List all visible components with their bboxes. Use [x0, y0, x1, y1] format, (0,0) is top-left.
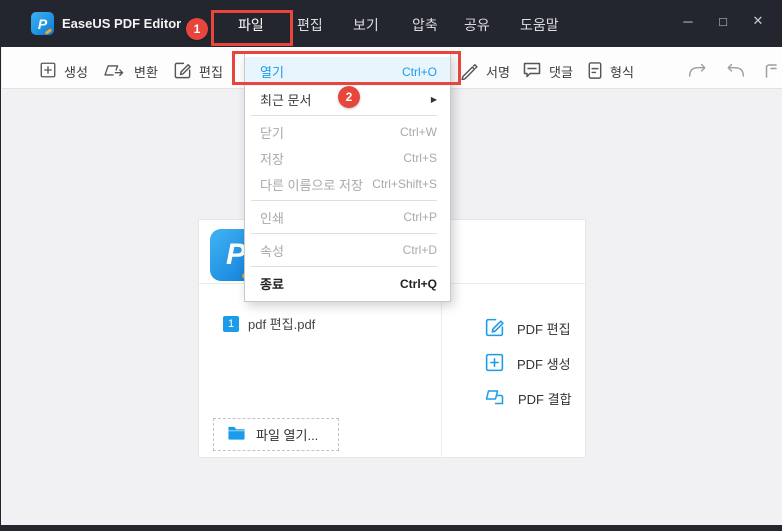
menu-separator [251, 266, 437, 267]
edit-pencil-icon [484, 317, 505, 341]
edit-pencil-icon [173, 61, 192, 83]
toolbar-create-label: 생성 [64, 65, 88, 80]
quick-action-edit-pdf[interactable]: PDF 편집 [484, 311, 585, 346]
menubar-view[interactable]: 보기 [353, 15, 379, 35]
folder-icon [227, 425, 246, 444]
menu-item-open[interactable]: 열기 Ctrl+O [245, 57, 450, 86]
toolbar-create-button[interactable]: 생성 [39, 47, 88, 89]
signature-pen-icon [460, 61, 479, 83]
app-window: P EaseUS PDF Editor 파일 편집 보기 압축 공유 도움말 ─… [0, 0, 782, 531]
menubar-help[interactable]: 도움말 [520, 15, 559, 35]
toolbar-format-button[interactable]: 형식 [587, 47, 634, 89]
toolbar-edit-button[interactable]: 편집 [173, 47, 223, 89]
quick-actions-panel: PDF 편집 PDF 생성 PDF 결합 [442, 284, 585, 458]
quick-action-merge-pdf[interactable]: PDF 결합 [484, 381, 585, 416]
menu-separator [251, 233, 437, 234]
recent-files-panel: 1 pdf 편집.pdf 파일 열기... [199, 284, 442, 458]
redo-arrow-icon [686, 63, 710, 81]
toolbar-comment-label: 댓글 [549, 65, 573, 80]
convert-icon [101, 61, 127, 82]
menu-item-label: 다른 이름으로 저장 [260, 177, 363, 193]
comment-icon [522, 61, 542, 82]
menu-item-shortcut: Ctrl+Q [399, 276, 437, 291]
recent-file-item[interactable]: 1 pdf 편집.pdf [223, 314, 315, 333]
window-bottom-edge [1, 525, 782, 531]
toolbar-convert-label: 변환 [134, 65, 158, 80]
menu-item-shortcut: Ctrl+S [403, 151, 437, 165]
toolbar-edit-label: 편집 [199, 65, 223, 80]
menu-item-save[interactable]: 저장 Ctrl+S [245, 145, 450, 171]
close-button[interactable]: ✕ [747, 10, 769, 32]
menu-separator [251, 200, 437, 201]
menu-item-shortcut: Ctrl+W [400, 125, 437, 139]
minimize-button[interactable]: ─ [677, 10, 699, 32]
merge-pages-icon [484, 387, 506, 410]
redo-button[interactable] [686, 47, 710, 89]
menu-item-label: 저장 [260, 151, 284, 167]
plus-square-icon [484, 352, 505, 376]
menubar-file[interactable]: 파일 [238, 15, 264, 35]
menu-item-exit[interactable]: 종료 Ctrl+Q [245, 270, 450, 297]
menu-item-shortcut: Ctrl+P [403, 210, 437, 224]
annotation-step-1-badge: 1 [186, 18, 208, 40]
quick-action-label: PDF 결합 [518, 392, 572, 407]
titlebar: P EaseUS PDF Editor 파일 편집 보기 압축 공유 도움말 ─… [1, 0, 782, 47]
file-index-badge: 1 [223, 315, 239, 332]
menubar-edit[interactable]: 편집 [297, 15, 323, 35]
clipped-edge-icon [762, 47, 777, 89]
menu-item-label: 속성 [260, 243, 284, 259]
menu-item-save-as[interactable]: 다른 이름으로 저장 Ctrl+Shift+S [245, 171, 450, 197]
submenu-arrow-icon: ▶ [430, 94, 437, 104]
window-controls: ─ □ ✕ [677, 10, 769, 32]
menu-item-label: 최근 문서 [260, 92, 312, 108]
toolbar-comment-button[interactable]: 댓글 [522, 47, 573, 89]
quick-action-label: PDF 편집 [517, 322, 571, 337]
quick-action-label: PDF 생성 [517, 357, 571, 372]
open-file-button[interactable]: 파일 열기... [213, 418, 339, 451]
app-logo-icon: P [31, 12, 54, 35]
menubar-compress[interactable]: 압축 [412, 15, 438, 35]
menu-item-properties[interactable]: 속성 Ctrl+D [245, 237, 450, 263]
format-doc-icon [587, 61, 603, 83]
menu-item-shortcut: Ctrl+D [402, 243, 437, 257]
toolbar-sign-label: 서명 [486, 65, 510, 80]
undo-button[interactable] [723, 47, 747, 89]
maximize-button[interactable]: □ [712, 10, 734, 32]
menu-item-label: 열기 [260, 65, 284, 80]
open-file-label: 파일 열기... [256, 428, 319, 443]
menu-item-shortcut: Ctrl+O [401, 64, 437, 79]
toolbar-sign-button[interactable]: 서명 [460, 47, 510, 89]
menu-separator [251, 115, 437, 116]
menu-item-shortcut: Ctrl+Shift+S [372, 177, 437, 191]
menu-item-label: 인쇄 [260, 210, 284, 226]
annotation-step-2-badge: 2 [338, 86, 360, 108]
toolbar-format-label: 형식 [610, 65, 634, 80]
app-title: EaseUS PDF Editor [62, 16, 182, 31]
menu-item-close[interactable]: 닫기 Ctrl+W [245, 119, 450, 145]
toolbar-convert-button[interactable]: 변환 [101, 47, 158, 89]
quick-action-create-pdf[interactable]: PDF 생성 [484, 346, 585, 381]
menubar-share[interactable]: 공유 [464, 15, 490, 35]
undo-arrow-icon [723, 63, 747, 81]
menu-item-label: 닫기 [260, 125, 284, 141]
menu-item-print[interactable]: 인쇄 Ctrl+P [245, 204, 450, 230]
menu-item-label: 종료 [260, 277, 284, 292]
recent-file-name: pdf 편집.pdf [248, 317, 316, 332]
plus-square-icon [39, 61, 57, 82]
